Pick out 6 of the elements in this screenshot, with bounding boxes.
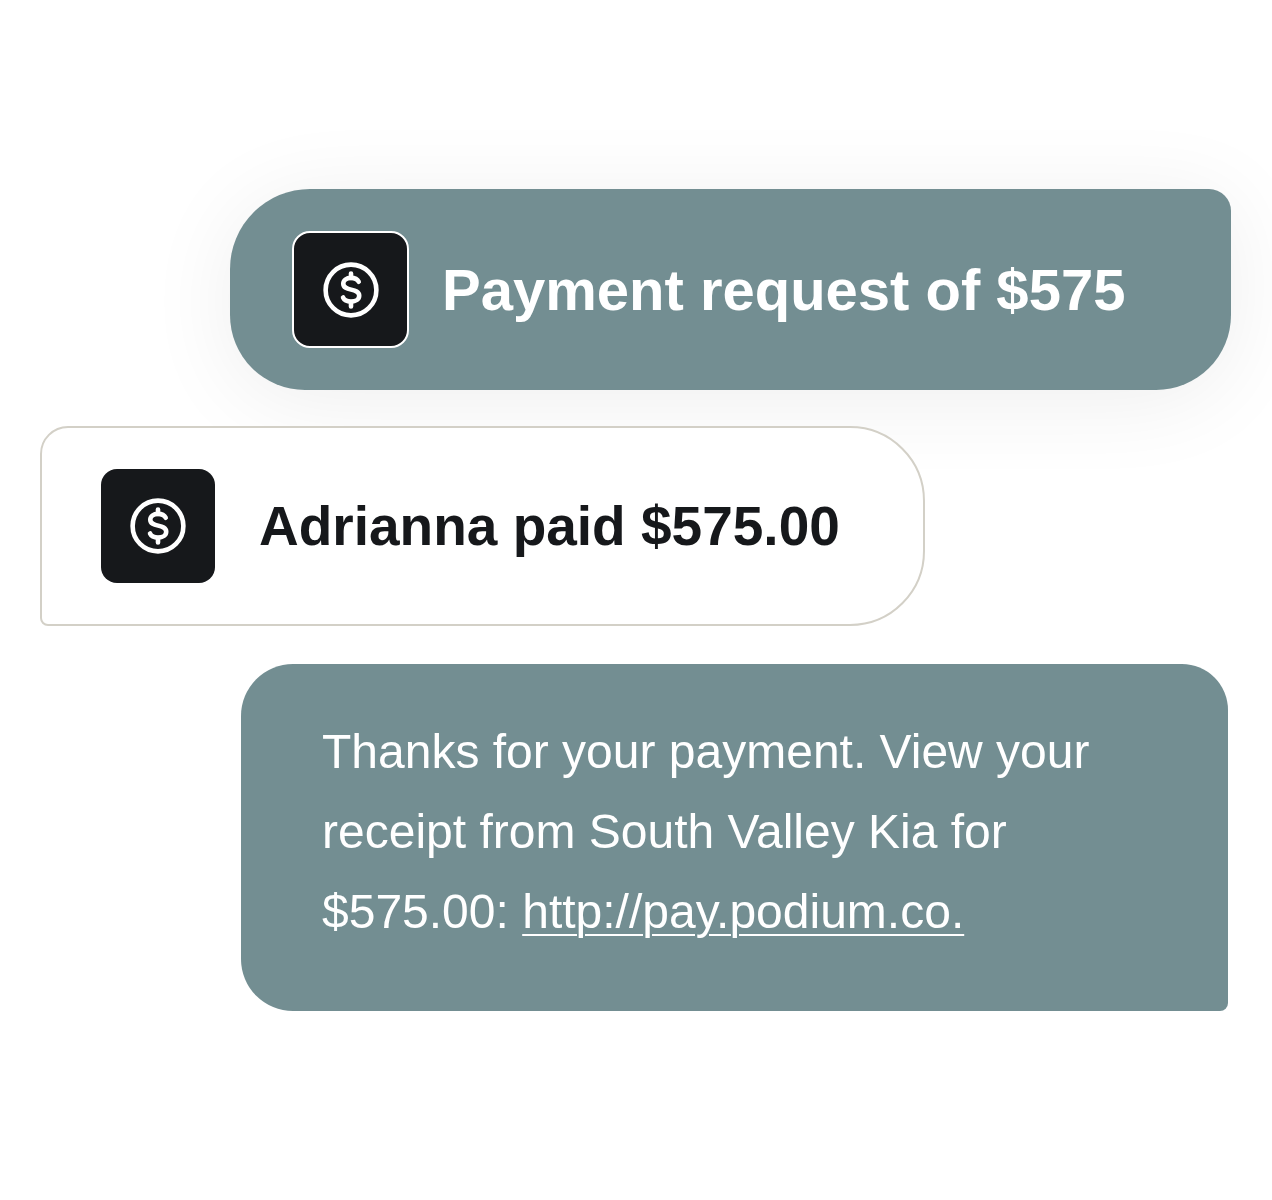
dollar-icon <box>101 469 215 583</box>
receipt-link[interactable]: http://pay.podium.co. <box>522 885 965 938</box>
message-text: Payment request of $575 <box>442 255 1126 324</box>
message-text: Thanks for your payment. View your receipt from South Valley Kia for $575.00: http://pay.podium.co. <box>322 724 1091 940</box>
dollar-icon <box>292 231 409 348</box>
message-text: Adrianna paid $575.00 <box>259 494 840 559</box>
